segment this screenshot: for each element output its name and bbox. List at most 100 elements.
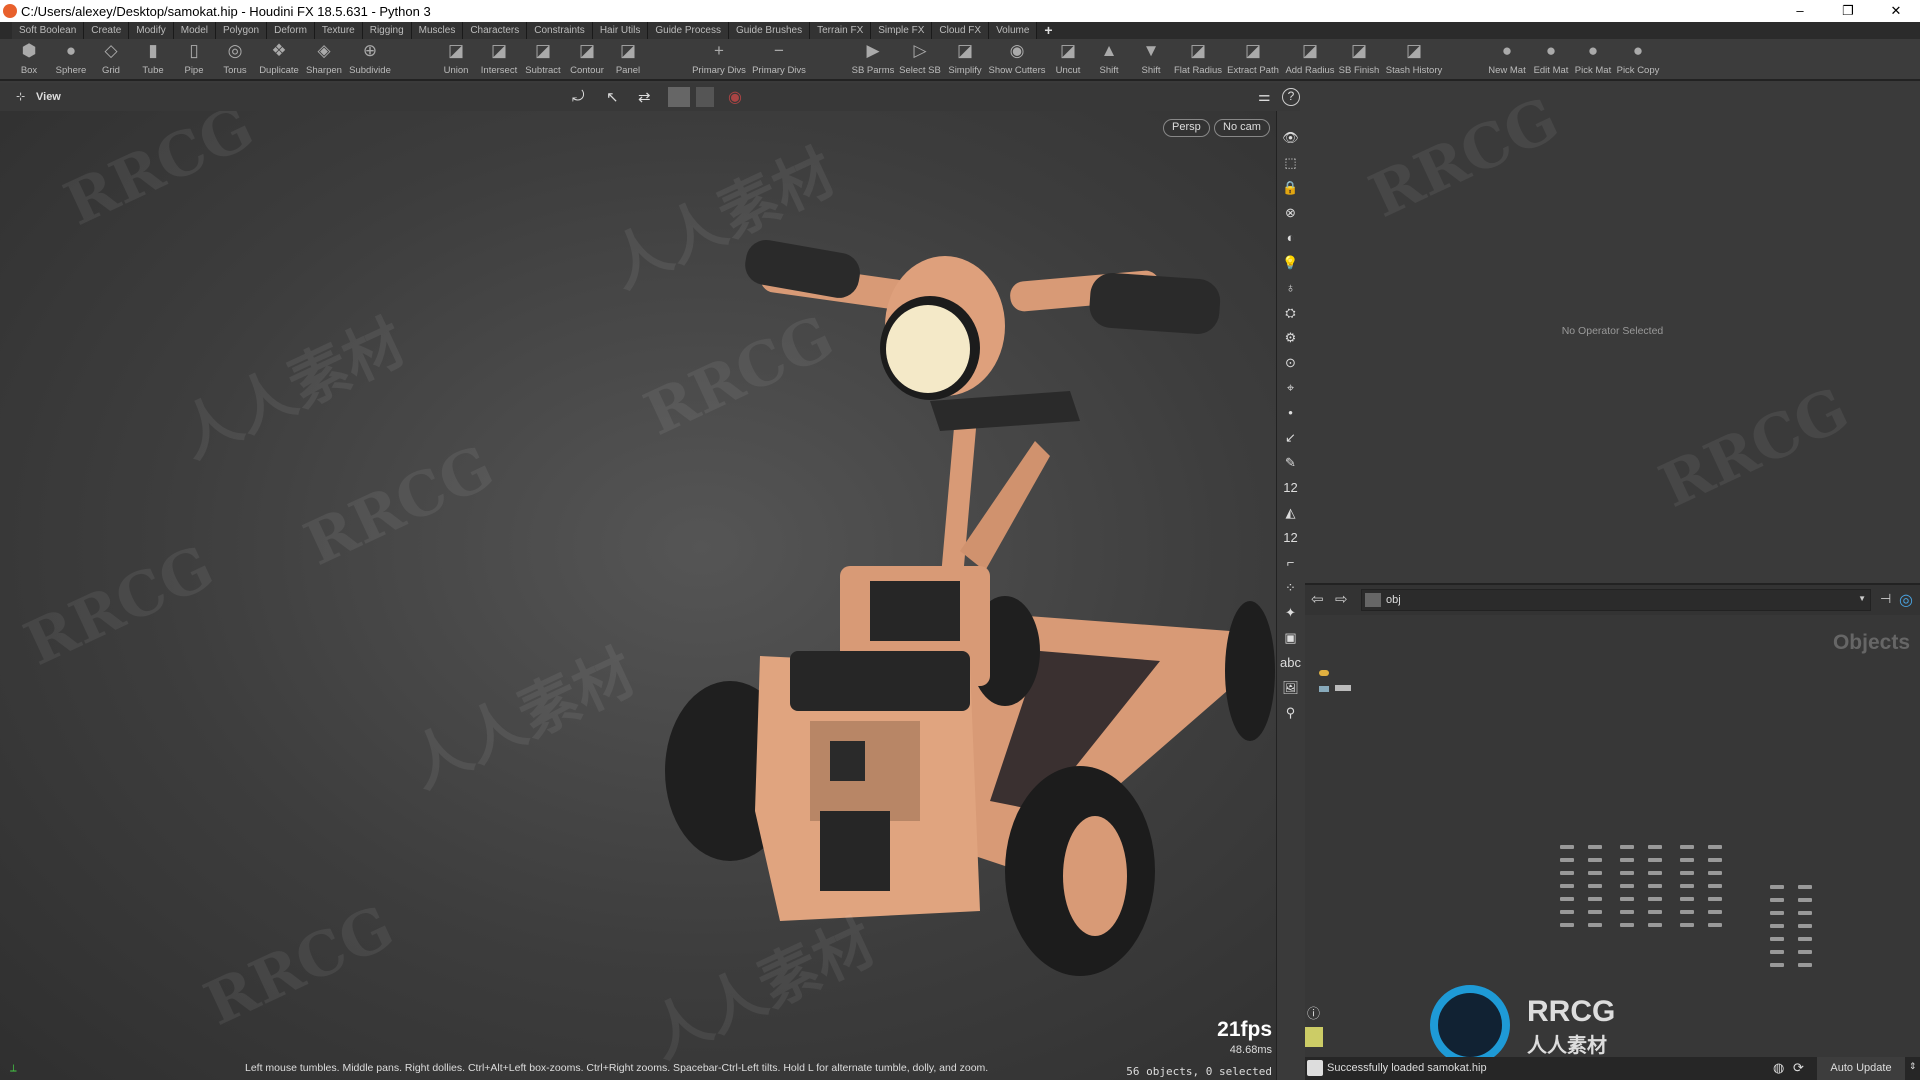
viewport-tool-icon[interactable]: ⌐ <box>1277 550 1304 575</box>
viewport-tool-icon[interactable]: 12 <box>1277 475 1304 500</box>
network-node[interactable] <box>1708 845 1722 849</box>
network-node[interactable] <box>1588 910 1602 914</box>
network-node[interactable] <box>1680 910 1694 914</box>
network-node[interactable] <box>1798 963 1812 967</box>
network-node[interactable] <box>1588 871 1602 875</box>
viewport-tool-icon[interactable]: ▣ <box>1277 625 1304 650</box>
shelf-tab[interactable]: Guide Process <box>648 22 729 39</box>
network-node[interactable] <box>1680 923 1694 927</box>
network-node[interactable] <box>1560 858 1574 862</box>
shelf-tab[interactable]: Characters <box>463 22 528 39</box>
viewport-tool-icon[interactable]: ⚙ <box>1277 325 1304 350</box>
network-node[interactable] <box>1620 845 1634 849</box>
auto-update-button[interactable]: Auto Update <box>1817 1057 1905 1080</box>
viewport-tool-icon[interactable]: ⊗ <box>1277 200 1304 225</box>
view-mode-icon[interactable] <box>668 87 690 107</box>
network-node[interactable] <box>1588 897 1602 901</box>
add-shelf-tab-button[interactable]: + <box>1037 22 1059 39</box>
light-node[interactable] <box>1319 670 1329 676</box>
network-node[interactable] <box>1620 897 1634 901</box>
viewport-tool-icon[interactable]: ◐ <box>1277 225 1304 250</box>
viewport-tool-icon[interactable]: abc <box>1277 650 1304 675</box>
network-editor[interactable]: Objects RRCG 人人素材 <box>1305 615 1920 1065</box>
network-node[interactable] <box>1560 884 1574 888</box>
network-node[interactable] <box>1648 871 1662 875</box>
network-node[interactable] <box>1680 858 1694 862</box>
maximize-button[interactable]: ❐ <box>1828 0 1868 22</box>
shelf-tab[interactable]: Texture <box>314 22 363 39</box>
network-node[interactable] <box>1620 884 1634 888</box>
network-node[interactable] <box>1770 950 1784 954</box>
network-node[interactable] <box>1648 884 1662 888</box>
network-node[interactable] <box>1708 871 1722 875</box>
shelf-tab[interactable]: Modify <box>129 22 174 39</box>
link-icon[interactable]: ◎ <box>1899 590 1913 610</box>
viewport-tool-icon[interactable]: ⚲ <box>1277 700 1304 725</box>
network-node[interactable] <box>1588 884 1602 888</box>
viewport-tool-icon[interactable]: 12 <box>1277 525 1304 550</box>
network-node[interactable] <box>1648 910 1662 914</box>
camera-node[interactable] <box>1319 686 1329 692</box>
network-node[interactable] <box>1680 845 1694 849</box>
viewport-tool-icon[interactable]: ⛭ <box>1277 300 1304 325</box>
network-node[interactable] <box>1708 910 1722 914</box>
network-node[interactable] <box>1560 845 1574 849</box>
viewport-tool-icon[interactable]: 🔒 <box>1277 175 1304 200</box>
viewport-tool-icon[interactable]: ⬚ <box>1277 150 1304 175</box>
tumble-tool-icon[interactable]: ⤾ <box>572 88 585 105</box>
network-node[interactable] <box>1620 871 1634 875</box>
shelf-tool-button[interactable]: ● Pick Copy <box>1608 41 1668 76</box>
pin-icon[interactable]: ⊣ <box>1880 591 1891 607</box>
shelf-tool-button[interactable]: ◪ Simplify <box>935 41 995 76</box>
shelf-tab[interactable]: Guide Brushes <box>728 22 811 39</box>
viewport-tool-icon[interactable]: ↙ <box>1277 425 1304 450</box>
network-node[interactable] <box>1770 924 1784 928</box>
display-options-icon[interactable]: ⚌ <box>1258 88 1271 105</box>
minimize-button[interactable]: – <box>1780 0 1820 22</box>
network-node[interactable] <box>1708 923 1722 927</box>
viewport-tool-icon[interactable]: ⌖ <box>1277 375 1304 400</box>
network-node[interactable] <box>1708 858 1722 862</box>
shelf-tool-button[interactable]: + Primary Divs <box>689 41 749 76</box>
viewport-tool-icon[interactable]: • <box>1277 400 1304 425</box>
viewport-tool-icon[interactable]: 👁 <box>1277 125 1304 150</box>
shelf-tool-button[interactable]: ⊕ Subdivide <box>340 41 400 76</box>
viewport-tool-icon[interactable]: ⊙ <box>1277 350 1304 375</box>
network-node[interactable] <box>1770 898 1784 902</box>
network-node[interactable] <box>1798 924 1812 928</box>
shelf-tool-button[interactable]: ◪ Extract Path <box>1223 41 1283 76</box>
network-node[interactable] <box>1588 845 1602 849</box>
layout-icon[interactable] <box>1305 1027 1323 1047</box>
network-node[interactable] <box>1648 858 1662 862</box>
network-node[interactable] <box>1770 963 1784 967</box>
help-icon[interactable]: ? <box>1282 88 1300 106</box>
shelf-tool-button[interactable]: ◪ SB Finish <box>1329 41 1389 76</box>
network-node[interactable] <box>1770 937 1784 941</box>
spinner-arrows-icon[interactable]: ⇕ <box>1909 1061 1917 1072</box>
network-node[interactable] <box>1680 897 1694 901</box>
shelf-tab[interactable]: Simple FX <box>871 22 933 39</box>
network-node[interactable] <box>1560 923 1574 927</box>
network-node[interactable] <box>1560 897 1574 901</box>
shelf-tab[interactable]: Muscles <box>411 22 464 39</box>
chevron-down-icon[interactable]: ▼ <box>1858 594 1866 603</box>
viewport-tool-icon[interactable]: ✦ <box>1277 600 1304 625</box>
3d-viewport[interactable]: Persp No cam RRCG 人人素材 RRCG 人人素材 RRCG 人人… <box>0 111 1276 1080</box>
shelf-tool-button[interactable]: ◪ Flat Radius <box>1168 41 1228 76</box>
network-node[interactable] <box>1680 871 1694 875</box>
shelf-tool-button[interactable]: ◪ Stash History <box>1384 41 1444 76</box>
transform-tool-icon[interactable]: ⇄ <box>638 88 651 106</box>
viewport-tool-icon[interactable]: ⁘ <box>1277 575 1304 600</box>
select-tool-icon[interactable]: ↖ <box>606 88 619 106</box>
shelf-tab[interactable]: Hair Utils <box>592 22 649 39</box>
forward-arrow-icon[interactable]: ⇨ <box>1335 590 1348 608</box>
record-icon[interactable]: ◉ <box>728 87 742 107</box>
network-node[interactable] <box>1648 845 1662 849</box>
shelf-tool-button[interactable]: ◪ Panel <box>598 41 658 76</box>
viewport-tool-icon[interactable]: 💡 <box>1277 250 1304 275</box>
back-arrow-icon[interactable]: ⇦ <box>1311 590 1324 608</box>
close-button[interactable]: ✕ <box>1876 0 1916 22</box>
network-node[interactable] <box>1770 885 1784 889</box>
network-node[interactable] <box>1588 923 1602 927</box>
shelf-tab[interactable]: Create <box>84 22 130 39</box>
